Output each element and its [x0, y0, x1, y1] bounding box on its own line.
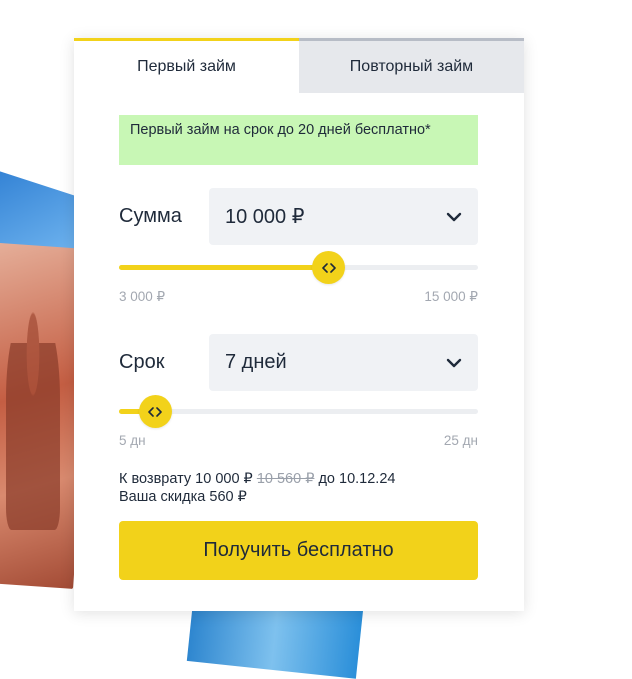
discount-line: Ваша скидка 560 ₽ — [119, 488, 395, 506]
amount-max-label: 15 000 ₽ — [424, 289, 478, 304]
term-label: Срок — [119, 351, 165, 373]
loan-tabs: Первый займ Повторный займ — [74, 38, 524, 93]
repayment-line: К возврату 10 000 ₽ 10 560 ₽ до 10.12.24 — [119, 470, 395, 488]
amount-min-label: 3 000 ₽ — [119, 289, 166, 304]
discount-amount: 560 ₽ — [209, 489, 247, 505]
repayment-summary: К возврату 10 000 ₽ 10 560 ₽ до 10.12.24… — [119, 470, 395, 506]
statue-image — [6, 310, 60, 530]
return-old-amount: 10 560 ₽ — [256, 471, 315, 487]
return-prefix: К возврату — [119, 471, 192, 487]
discount-prefix: Ваша скидка — [119, 489, 206, 505]
amount-slider-handle[interactable] — [312, 251, 346, 284]
amount-label: Сумма — [119, 205, 182, 227]
promo-banner: Первый займ на срок до 20 дней бесплатно… — [119, 115, 478, 165]
arrows-left-right-icon — [322, 262, 336, 273]
date-prefix: до — [318, 471, 335, 487]
amount-value: 10 000 ₽ — [225, 206, 305, 228]
return-date: 10.12.24 — [339, 471, 396, 487]
arrows-left-right-icon — [148, 406, 163, 417]
chevron-down-icon — [446, 358, 462, 367]
banknotes-illustration — [0, 150, 120, 590]
return-amount: 10 000 ₽ — [195, 471, 253, 487]
amount-slider-fill — [119, 265, 329, 270]
term-value: 7 дней — [225, 351, 287, 373]
get-free-button[interactable]: Получить бесплатно — [119, 521, 478, 580]
term-min-label: 5 дн — [119, 433, 146, 448]
term-slider-track[interactable] — [119, 395, 478, 428]
term-slider-handle[interactable] — [138, 395, 172, 428]
term-select[interactable]: 7 дней — [209, 334, 478, 391]
chevron-down-icon — [446, 212, 462, 221]
tab-repeat-loan[interactable]: Повторный займ — [299, 38, 524, 93]
amount-select[interactable]: 10 000 ₽ — [209, 188, 478, 245]
amount-slider-track[interactable] — [119, 251, 478, 284]
loan-calculator-card: Первый займ Повторный займ Первый займ н… — [74, 38, 524, 611]
term-max-label: 25 дн — [443, 433, 478, 448]
tab-first-loan[interactable]: Первый займ — [74, 38, 299, 93]
